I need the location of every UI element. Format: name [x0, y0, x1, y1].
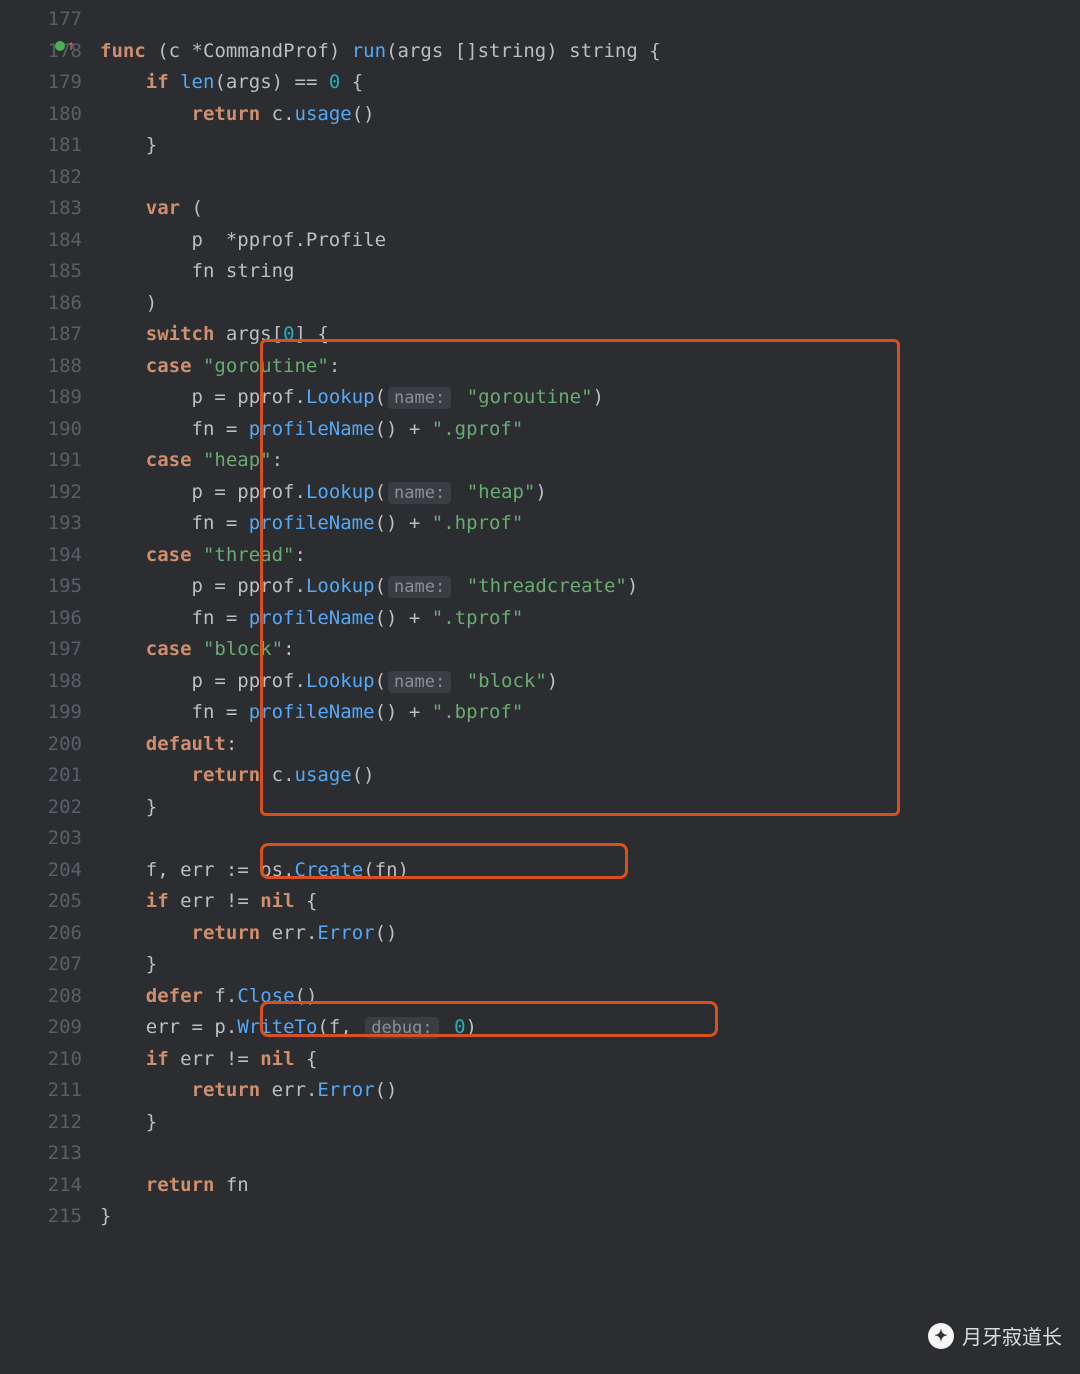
line-number: 182 — [0, 162, 82, 194]
line-number: 198 — [0, 666, 82, 698]
line-number: 199 — [0, 697, 82, 729]
code-line[interactable]: return fn — [100, 1170, 1080, 1202]
code-line[interactable]: return err.Error() — [100, 1075, 1080, 1107]
line-number: 197 — [0, 634, 82, 666]
wechat-icon: ✦ — [928, 1323, 954, 1349]
param-hint: name: — [388, 576, 451, 598]
param-hint: debug: — [365, 1017, 438, 1039]
line-number: 207 — [0, 949, 82, 981]
watermark: ✦ 月牙寂道长 — [928, 1321, 1062, 1350]
line-number: 206 — [0, 918, 82, 950]
line-number: 200 — [0, 729, 82, 761]
code-line[interactable]: return c.usage() — [100, 760, 1080, 792]
code-line[interactable]: ) — [100, 288, 1080, 320]
code-line[interactable]: } — [100, 949, 1080, 981]
line-number-gutter: 177 178 179 180 181 182 183 184 185 186 … — [0, 0, 100, 1374]
code-line[interactable]: defer f.Close() — [100, 981, 1080, 1013]
code-line[interactable]: fn = profileName() + ".tprof" — [100, 603, 1080, 635]
line-number: 195 — [0, 571, 82, 603]
code-line[interactable]: } — [100, 792, 1080, 824]
breakpoint-icon — [55, 41, 65, 51]
line-number: 191 — [0, 445, 82, 477]
code-line[interactable]: return err.Error() — [100, 918, 1080, 950]
param-hint: name: — [388, 387, 451, 409]
code-line[interactable]: fn = profileName() + ".bprof" — [100, 697, 1080, 729]
line-number: 187 — [0, 319, 82, 351]
line-number: 213 — [0, 1138, 82, 1170]
line-number: 194 — [0, 540, 82, 572]
code-line[interactable]: p *pprof.Profile — [100, 225, 1080, 257]
code-line[interactable]: fn string — [100, 256, 1080, 288]
param-hint: name: — [388, 671, 451, 693]
line-number: 205 — [0, 886, 82, 918]
line-number: 179 — [0, 67, 82, 99]
code-line[interactable]: func (c *CommandProf) run(args []string)… — [100, 36, 1080, 68]
code-line[interactable]: } — [100, 1107, 1080, 1139]
line-number: 184 — [0, 225, 82, 257]
line-number: 209 — [0, 1012, 82, 1044]
line-number: 214 — [0, 1170, 82, 1202]
code-line[interactable]: fn = profileName() + ".hprof" — [100, 508, 1080, 540]
line-number: 189 — [0, 382, 82, 414]
code-line[interactable]: f, err := os.Create(fn) — [100, 855, 1080, 887]
line-number: 201 — [0, 760, 82, 792]
line-number: 190 — [0, 414, 82, 446]
code-line[interactable]: default: — [100, 729, 1080, 761]
line-number: 188 — [0, 351, 82, 383]
line-number: 193 — [0, 508, 82, 540]
code-line[interactable]: err = p.WriteTo(f, debug: 0) — [100, 1012, 1080, 1044]
line-number: 212 — [0, 1107, 82, 1139]
code-line[interactable]: return c.usage() — [100, 99, 1080, 131]
code-line[interactable]: p = pprof.Lookup(name: "block") — [100, 666, 1080, 698]
line-number: 208 — [0, 981, 82, 1013]
code-line[interactable] — [100, 162, 1080, 194]
code-line[interactable]: p = pprof.Lookup(name: "goroutine") — [100, 382, 1080, 414]
code-line[interactable]: case "goroutine": — [100, 351, 1080, 383]
code-line[interactable]: if len(args) == 0 { — [100, 67, 1080, 99]
line-number: 204 — [0, 855, 82, 887]
line-number: 177 — [0, 4, 82, 36]
code-line[interactable]: fn = profileName() + ".gprof" — [100, 414, 1080, 446]
code-line[interactable]: case "thread": — [100, 540, 1080, 572]
line-number: 192 — [0, 477, 82, 509]
line-number: 202 — [0, 792, 82, 824]
code-line[interactable]: } — [100, 1201, 1080, 1233]
gutter-marker[interactable]: ↑ — [55, 38, 75, 54]
code-line[interactable] — [100, 4, 1080, 36]
code-area[interactable]: func (c *CommandProf) run(args []string)… — [100, 0, 1080, 1374]
param-hint: name: — [388, 482, 451, 504]
code-line[interactable]: } — [100, 130, 1080, 162]
line-number: 181 — [0, 130, 82, 162]
code-line[interactable]: if err != nil { — [100, 886, 1080, 918]
code-line[interactable] — [100, 1138, 1080, 1170]
code-line[interactable]: p = pprof.Lookup(name: "heap") — [100, 477, 1080, 509]
line-number: 185 — [0, 256, 82, 288]
line-number: 210 — [0, 1044, 82, 1076]
line-number: 215 — [0, 1201, 82, 1233]
code-line[interactable]: switch args[0] { — [100, 319, 1080, 351]
line-number: 211 — [0, 1075, 82, 1107]
line-number: 196 — [0, 603, 82, 635]
code-line[interactable]: case "heap": — [100, 445, 1080, 477]
code-line[interactable]: p = pprof.Lookup(name: "threadcreate") — [100, 571, 1080, 603]
line-number: 180 — [0, 99, 82, 131]
line-number: 183 — [0, 193, 82, 225]
modified-arrow-icon: ↑ — [67, 38, 75, 54]
code-line[interactable]: if err != nil { — [100, 1044, 1080, 1076]
code-line[interactable] — [100, 823, 1080, 855]
code-editor: 177 178 179 180 181 182 183 184 185 186 … — [0, 0, 1080, 1374]
code-line[interactable]: var ( — [100, 193, 1080, 225]
line-number: 186 — [0, 288, 82, 320]
code-line[interactable]: case "block": — [100, 634, 1080, 666]
watermark-text: 月牙寂道长 — [962, 1321, 1062, 1350]
line-number: 203 — [0, 823, 82, 855]
